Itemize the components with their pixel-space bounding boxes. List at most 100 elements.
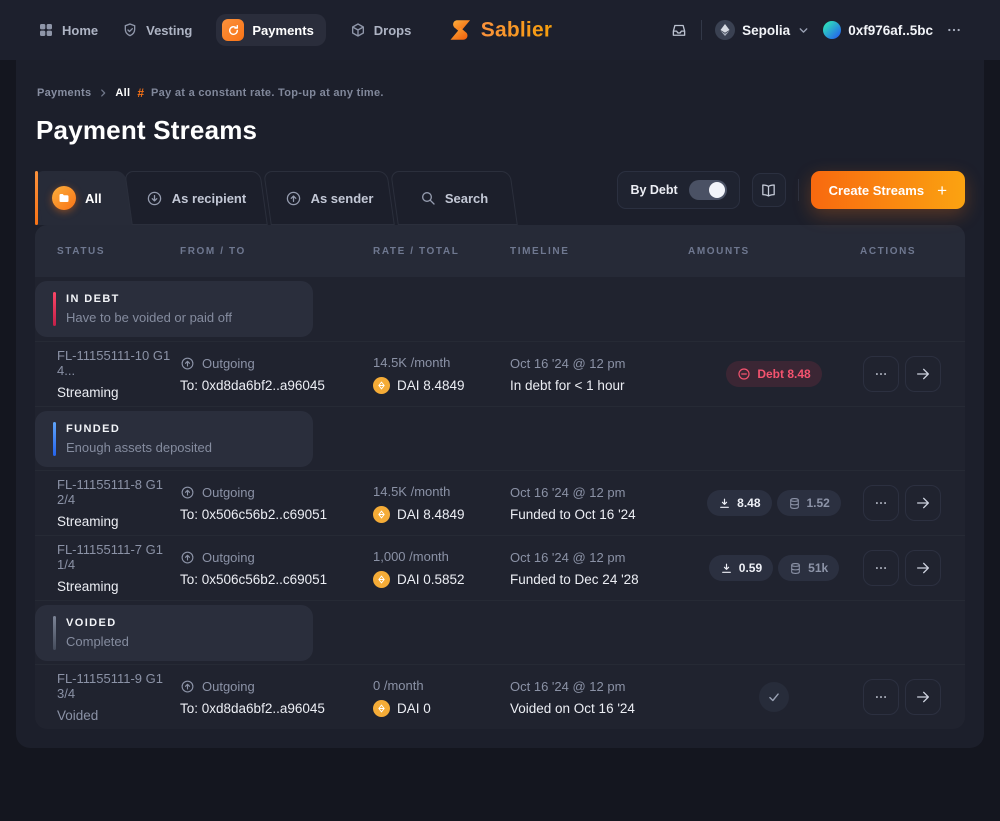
row-more-button[interactable] [863, 550, 899, 586]
recipient-address: To: 0xd8da6bf2..a96045 [180, 701, 373, 716]
outgoing-icon [180, 356, 195, 371]
arrow-right-icon [915, 495, 931, 511]
arrow-right-icon [915, 366, 931, 382]
timeline-status: In debt for < 1 hour [510, 378, 688, 393]
stream-status: Voided [57, 708, 180, 723]
stream-row[interactable]: FL-11155111-10 G1 4... Streaming Outgoin… [35, 341, 965, 406]
tab-all-label: All [85, 191, 102, 206]
recipient-address: To: 0x506c56b2..c69051 [180, 572, 373, 587]
tab-as-recipient-label: As recipient [172, 191, 246, 206]
inbox-icon[interactable] [670, 21, 688, 39]
section-description: Have to be voided or paid off [66, 310, 313, 325]
sablier-logo[interactable]: Sablier [448, 18, 552, 43]
folder-icon [52, 186, 76, 210]
sablier-logo-text: Sablier [481, 18, 552, 42]
nav-drops[interactable]: Drops [350, 22, 412, 38]
stream-rate: 1,000 /month [373, 549, 510, 564]
section-funded: FUNDED Enough assets deposited [35, 406, 965, 470]
by-debt-filter[interactable]: By Debt [617, 171, 739, 209]
stream-date: Oct 16 '24 @ 12 pm [510, 485, 688, 500]
nav-payments-label: Payments [252, 23, 313, 38]
stream-total: DAI 8.4849 [397, 378, 465, 393]
tab-all[interactable]: All [35, 171, 125, 225]
sablier-logo-icon [448, 18, 473, 43]
stream-row[interactable]: FL-11155111-8 G1 2/4 Streaming Outgoing … [35, 470, 965, 535]
header-actions: ACTIONS [860, 246, 943, 257]
row-more-button[interactable] [863, 485, 899, 521]
row-open-button[interactable] [905, 356, 941, 392]
section-card: IN DEBT Have to be voided or paid off [35, 281, 313, 337]
table-header-row: STATUS FROM / TO RATE / TOTAL TIMELINE A… [35, 225, 965, 277]
stream-date: Oct 16 '24 @ 12 pm [510, 550, 688, 565]
stream-date: Oct 16 '24 @ 12 pm [510, 679, 688, 694]
book-icon [760, 182, 777, 199]
row-more-button[interactable] [863, 356, 899, 392]
nav-drops-label: Drops [374, 23, 412, 38]
stream-row[interactable]: FL-11155111-9 G1 3/4 Voided Outgoing To:… [35, 664, 965, 729]
streams-table: STATUS FROM / TO RATE / TOTAL TIMELINE A… [35, 225, 965, 729]
tab-bar: All As recipient As sender [35, 171, 514, 225]
toolbar: All As recipient As sender [35, 171, 965, 225]
docs-button[interactable] [752, 173, 786, 207]
section-card: FUNDED Enough assets deposited [35, 411, 313, 467]
direction-label: Outgoing [202, 679, 255, 694]
stream-id: FL-11155111-7 G1 1/4 [57, 542, 180, 572]
divider [701, 20, 702, 40]
stream-row[interactable]: FL-11155111-7 G1 1/4 Streaming Outgoing … [35, 535, 965, 600]
payments-icon [222, 19, 244, 41]
nav-vesting-label: Vesting [146, 23, 192, 38]
tab-search[interactable]: Search [394, 171, 514, 225]
breadcrumb-description: Pay at a constant rate. Top-up at any ti… [151, 87, 384, 99]
header-rate-total: RATE / TOTAL [373, 246, 510, 257]
stream-rate: 0 /month [373, 678, 510, 693]
section-accent-bar [53, 616, 56, 650]
arrow-right-icon [915, 560, 931, 576]
nav-home[interactable]: Home [38, 22, 98, 38]
arrow-right-icon [915, 689, 931, 705]
direction-label: Outgoing [202, 356, 255, 371]
row-open-button[interactable] [905, 550, 941, 586]
nav-payments[interactable]: Payments [216, 14, 325, 46]
row-open-button[interactable] [905, 485, 941, 521]
withdrawn-badge: 8.48 [707, 490, 771, 516]
breadcrumb-payments[interactable]: Payments [37, 87, 91, 99]
create-streams-button[interactable]: Create Streams + [811, 171, 965, 209]
chevron-right-icon [98, 88, 108, 98]
section-label: IN DEBT [66, 293, 313, 305]
header-status: STATUS [57, 246, 180, 257]
top-navbar: Home Vesting Payments Drops [0, 0, 1000, 60]
stream-id: FL-11155111-8 G1 2/4 [57, 477, 180, 507]
nav-vesting[interactable]: Vesting [122, 22, 192, 38]
wallet-account[interactable]: 0xf976af..5bc [823, 21, 933, 39]
timeline-status: Funded to Dec 24 '28 [510, 572, 688, 587]
tab-as-recipient[interactable]: As recipient [128, 171, 264, 225]
header-amounts: AMOUNTS [688, 246, 860, 257]
direction-label: Outgoing [202, 550, 255, 565]
download-icon [718, 497, 731, 510]
create-streams-label: Create Streams [829, 183, 924, 198]
main-nav: Home Vesting Payments Drops [38, 14, 411, 46]
stream-date: Oct 16 '24 @ 12 pm [510, 356, 688, 371]
main-panel: Payments All # Pay at a constant rate. T… [16, 60, 984, 748]
shield-check-icon [122, 22, 138, 38]
tab-as-sender[interactable]: As sender [267, 171, 391, 225]
outgoing-icon [180, 550, 195, 565]
row-more-button[interactable] [863, 679, 899, 715]
stream-rate: 14.5K /month [373, 484, 510, 499]
header-from-to: FROM / TO [180, 246, 373, 257]
database-icon [789, 562, 802, 575]
search-icon [420, 190, 436, 206]
dai-token-icon [373, 700, 390, 717]
network-selector[interactable]: Sepolia [715, 20, 810, 40]
by-debt-toggle[interactable] [689, 180, 727, 200]
arrow-down-circle-icon [146, 190, 163, 207]
deposited-badge: 51k [778, 555, 839, 581]
section-label: FUNDED [66, 423, 313, 435]
more-menu-icon[interactable] [946, 22, 962, 38]
by-debt-label: By Debt [630, 183, 677, 197]
row-open-button[interactable] [905, 679, 941, 715]
breadcrumb-all[interactable]: All [115, 87, 130, 99]
outgoing-icon [180, 679, 195, 694]
tab-as-sender-label: As sender [311, 191, 374, 206]
table-body: IN DEBT Have to be voided or paid off FL… [35, 277, 965, 729]
